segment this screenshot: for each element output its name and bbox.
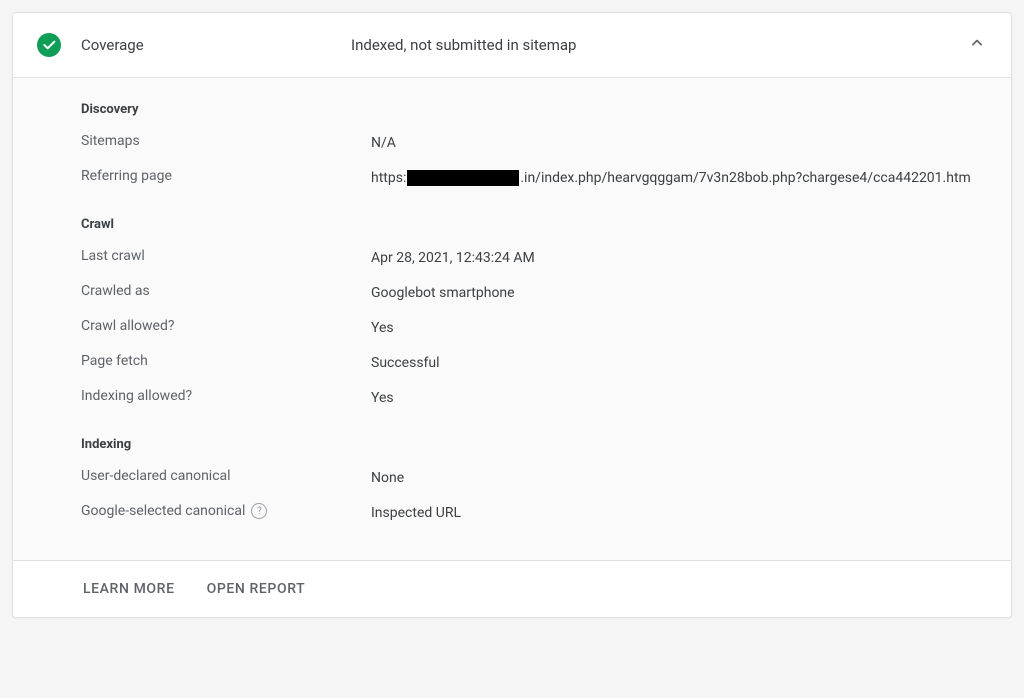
referring-suffix: .in/index.php/hearvgqggam/7v3n28bob.php?…	[520, 170, 970, 186]
label-page-fetch: Page fetch	[81, 353, 371, 369]
chevron-up-icon	[967, 33, 987, 57]
section-indexing: Indexing User-declared canonical None Go…	[81, 437, 987, 524]
row-sitemaps: Sitemaps N/A	[81, 133, 987, 154]
row-crawl-allowed: Crawl allowed? Yes	[81, 318, 987, 339]
label-google-canonical-text: Google-selected canonical	[81, 503, 245, 519]
value-referring-page: https: .in/index.php/hearvgqggam/7v3n28bo…	[371, 168, 987, 189]
section-title-discovery: Discovery	[81, 102, 987, 117]
row-google-canonical: Google-selected canonical ? Inspected UR…	[81, 503, 987, 524]
label-crawled-as: Crawled as	[81, 283, 371, 299]
status-success-icon	[37, 33, 61, 57]
row-indexing-allowed: Indexing allowed? Yes	[81, 388, 987, 409]
row-last-crawl: Last crawl Apr 28, 2021, 12:43:24 AM	[81, 248, 987, 269]
header-status: Indexed, not submitted in sitemap	[351, 36, 967, 54]
redacted-domain	[407, 170, 519, 186]
section-title-crawl: Crawl	[81, 217, 987, 232]
value-page-fetch: Successful	[371, 353, 987, 374]
label-referring-page: Referring page	[81, 168, 371, 184]
coverage-card: Coverage Indexed, not submitted in sitem…	[12, 12, 1012, 618]
label-sitemaps: Sitemaps	[81, 133, 371, 149]
label-crawl-allowed: Crawl allowed?	[81, 318, 371, 334]
value-sitemaps: N/A	[371, 133, 987, 154]
value-crawl-allowed: Yes	[371, 318, 987, 339]
card-body: Discovery Sitemaps N/A Referring page ht…	[13, 78, 1011, 561]
value-last-crawl: Apr 28, 2021, 12:43:24 AM	[371, 248, 987, 269]
value-google-canonical: Inspected URL	[371, 503, 987, 524]
row-crawled-as: Crawled as Googlebot smartphone	[81, 283, 987, 304]
card-header[interactable]: Coverage Indexed, not submitted in sitem…	[13, 13, 1011, 78]
value-indexing-allowed: Yes	[371, 388, 987, 409]
section-discovery: Discovery Sitemaps N/A Referring page ht…	[81, 102, 987, 189]
referring-prefix: https:	[371, 170, 406, 186]
help-icon[interactable]: ?	[251, 503, 267, 519]
label-indexing-allowed: Indexing allowed?	[81, 388, 371, 404]
open-report-button[interactable]: OPEN REPORT	[205, 575, 308, 603]
section-title-indexing: Indexing	[81, 437, 987, 452]
card-footer: LEARN MORE OPEN REPORT	[13, 561, 1011, 617]
label-google-canonical: Google-selected canonical ?	[81, 503, 371, 519]
label-last-crawl: Last crawl	[81, 248, 371, 264]
label-user-canonical: User-declared canonical	[81, 468, 371, 484]
value-user-canonical: None	[371, 468, 987, 489]
row-referring-page: Referring page https: .in/index.php/hearv…	[81, 168, 987, 189]
learn-more-button[interactable]: LEARN MORE	[81, 575, 177, 603]
row-user-canonical: User-declared canonical None	[81, 468, 987, 489]
value-crawled-as: Googlebot smartphone	[371, 283, 987, 304]
section-crawl: Crawl Last crawl Apr 28, 2021, 12:43:24 …	[81, 217, 987, 409]
header-title: Coverage	[81, 36, 351, 54]
row-page-fetch: Page fetch Successful	[81, 353, 987, 374]
